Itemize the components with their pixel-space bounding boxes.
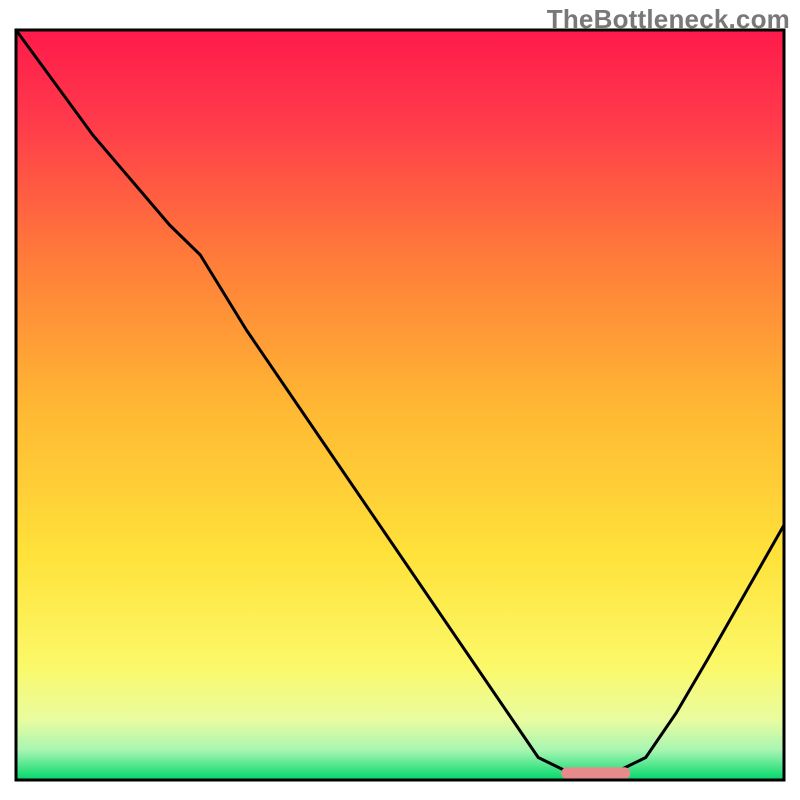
chart-svg [0,0,800,800]
gradient-background [16,30,784,780]
chart-stage: TheBottleneck.com [0,0,800,800]
watermark-label: TheBottleneck.com [547,4,790,35]
plot-area [16,30,784,780]
optimum-marker [561,767,630,779]
